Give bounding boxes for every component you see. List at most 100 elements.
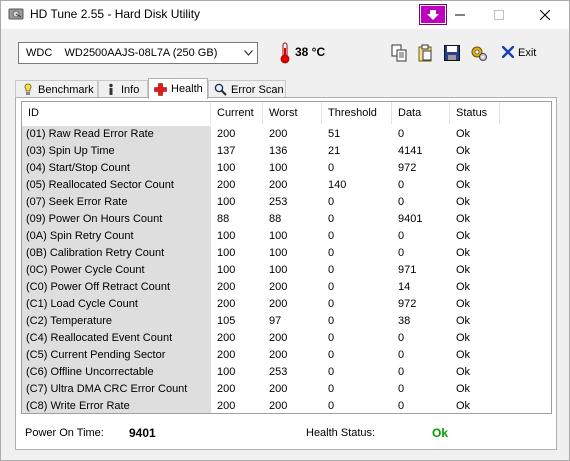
attribute-status: Ok (456, 264, 471, 276)
hard-disk-app-icon (8, 7, 24, 21)
attribute-status: Ok (456, 145, 471, 157)
table-row[interactable]: (C7) Ultra DMA CRC Error Count 200 200 0… (22, 381, 551, 398)
table-row[interactable]: (09) Power On Hours Count 88 88 0 9401 O… (22, 211, 551, 228)
attribute-current: 200 (217, 281, 236, 293)
smart-attributes-table[interactable]: ID Current Worst Threshold Data Status (… (21, 101, 552, 414)
attribute-data: 14 (398, 281, 411, 293)
table-row[interactable]: (01) Raw Read Error Rate 200 200 51 0 Ok (22, 126, 551, 143)
hd-tune-window: HD Tune 2.55 - Hard Disk Utility WDC WD2… (0, 0, 570, 461)
table-row[interactable]: (0C) Power Cycle Count 100 100 0 971 Ok (22, 262, 551, 279)
column-header-data[interactable]: Data (392, 102, 450, 124)
window-title: HD Tune 2.55 - Hard Disk Utility (30, 7, 201, 21)
attribute-data: 0 (398, 332, 405, 344)
attribute-worst: 100 (269, 247, 288, 259)
column-header-status[interactable]: Status (450, 102, 500, 124)
table-row[interactable]: (05) Reallocated Sector Count 200 200 14… (22, 177, 551, 194)
attribute-current: 105 (217, 315, 236, 327)
exit-x-icon (501, 45, 515, 61)
tab-health-label: Health (171, 83, 203, 95)
save-icon[interactable] (441, 42, 463, 64)
attribute-worst: 200 (269, 349, 288, 361)
attribute-data: 0 (398, 247, 405, 259)
attribute-id: (01) Raw Read Error Rate (22, 126, 211, 143)
attribute-data: 0 (398, 128, 405, 140)
copy-all-icon[interactable] (414, 42, 436, 64)
attribute-current: 100 (217, 264, 236, 276)
attribute-threshold: 0 (328, 213, 335, 225)
attribute-status: Ok (456, 349, 471, 361)
attribute-data: 972 (398, 298, 417, 310)
close-button[interactable] (523, 1, 567, 29)
attribute-threshold: 0 (328, 281, 335, 293)
attribute-threshold: 21 (328, 145, 341, 157)
minimize-button[interactable] (438, 1, 482, 29)
attribute-threshold: 140 (328, 179, 347, 191)
table-row[interactable]: (C8) Write Error Rate 200 200 0 0 Ok (22, 398, 551, 413)
attribute-worst: 100 (269, 162, 288, 174)
table-row[interactable]: (C5) Current Pending Sector 200 200 0 0 … (22, 347, 551, 364)
attribute-status: Ok (456, 162, 471, 174)
attribute-worst: 200 (269, 332, 288, 344)
attribute-worst: 200 (269, 400, 288, 412)
attribute-current: 200 (217, 128, 236, 140)
attribute-worst: 253 (269, 196, 288, 208)
table-row[interactable]: (0B) Calibration Retry Count 100 100 0 0… (22, 245, 551, 262)
attribute-status: Ok (456, 298, 471, 310)
attribute-status: Ok (456, 230, 471, 242)
attribute-worst: 100 (269, 230, 288, 242)
attribute-data: 0 (398, 400, 405, 412)
attribute-current: 200 (217, 383, 236, 395)
attribute-worst: 200 (269, 179, 288, 191)
table-row[interactable]: (C0) Power Off Retract Count 200 200 0 1… (22, 279, 551, 296)
attribute-id: (C7) Ultra DMA CRC Error Count (22, 381, 211, 398)
table-row[interactable]: (C1) Load Cycle Count 200 200 0 972 Ok (22, 296, 551, 313)
attribute-id: (C0) Power Off Retract Count (22, 279, 211, 296)
attribute-threshold: 0 (328, 315, 335, 327)
attribute-data: 0 (398, 179, 405, 191)
table-row[interactable]: (C4) Reallocated Event Count 200 200 0 0… (22, 330, 551, 347)
table-row[interactable]: (C6) Offline Uncorrectable 100 253 0 0 O… (22, 364, 551, 381)
table-row[interactable]: (03) Spin Up Time 137 136 21 4141 Ok (22, 143, 551, 160)
column-header-id[interactable]: ID (22, 102, 211, 124)
attribute-id: (C8) Write Error Rate (22, 398, 211, 413)
thermometer-icon (280, 42, 290, 64)
table-row[interactable]: (C2) Temperature 105 97 0 38 Ok (22, 313, 551, 330)
copy-icon[interactable] (388, 42, 410, 64)
attribute-threshold: 0 (328, 247, 335, 259)
column-header-current[interactable]: Current (211, 102, 263, 124)
table-row[interactable]: (04) Start/Stop Count 100 100 0 972 Ok (22, 160, 551, 177)
tab-benchmark[interactable]: Benchmark (15, 80, 98, 98)
attribute-threshold: 51 (328, 128, 341, 140)
attribute-current: 200 (217, 298, 236, 310)
attribute-data: 38 (398, 315, 411, 327)
attribute-id: (09) Power On Hours Count (22, 211, 211, 228)
table-row[interactable]: (07) Seek Error Rate 100 253 0 0 Ok (22, 194, 551, 211)
attribute-worst: 97 (269, 315, 282, 327)
drive-select[interactable]: WDC WD2500AAJS-08L7A (250 GB) (18, 42, 258, 64)
attribute-status: Ok (456, 247, 471, 259)
attribute-threshold: 0 (328, 383, 335, 395)
column-header-worst[interactable]: Worst (263, 102, 322, 124)
attribute-threshold: 0 (328, 332, 335, 344)
tab-health[interactable]: Health (148, 78, 208, 99)
maximize-button[interactable] (477, 1, 521, 29)
exit-button[interactable]: Exit (501, 42, 548, 64)
attribute-id: (C1) Load Cycle Count (22, 296, 211, 313)
table-body: (01) Raw Read Error Rate 200 200 51 0 Ok… (22, 126, 551, 413)
info-icon (104, 83, 117, 96)
tab-error-scan[interactable]: Error Scan (208, 80, 286, 98)
tab-info[interactable]: Info (98, 80, 148, 98)
column-header-threshold[interactable]: Threshold (322, 102, 392, 124)
attribute-status: Ok (456, 315, 471, 327)
table-row[interactable]: (0A) Spin Retry Count 100 100 0 0 Ok (22, 228, 551, 245)
attribute-data: 0 (398, 383, 405, 395)
attribute-data: 9401 (398, 213, 423, 225)
power-on-time-label: Power On Time: (25, 427, 104, 439)
chevron-down-icon[interactable] (239, 43, 257, 63)
attribute-threshold: 0 (328, 162, 335, 174)
health-cross-icon (154, 82, 167, 96)
attribute-status: Ok (456, 179, 471, 191)
attribute-data: 4141 (398, 145, 423, 157)
options-gears-icon[interactable] (468, 42, 490, 64)
exit-label: Exit (518, 47, 537, 59)
